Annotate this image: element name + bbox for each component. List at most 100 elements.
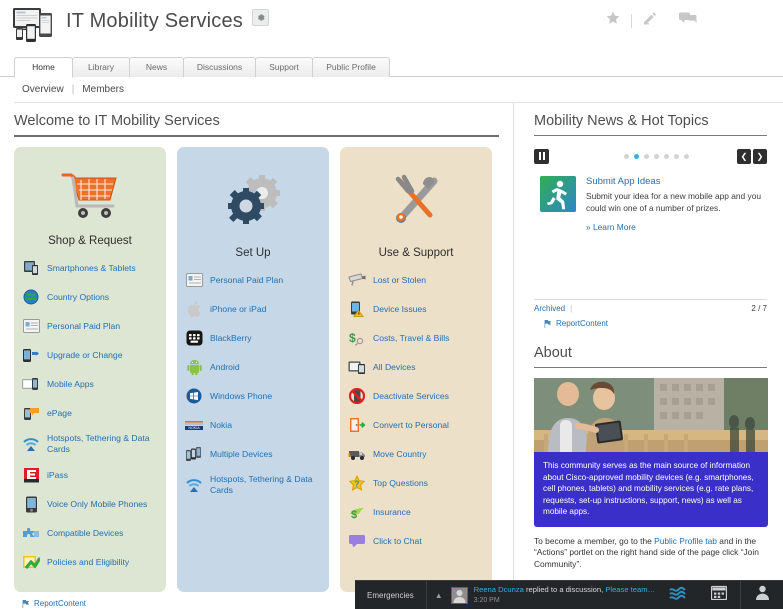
link-windows-phone[interactable]: Windows Phone <box>185 387 321 405</box>
user-avatar-icon[interactable] <box>450 586 468 604</box>
svg-text:NOKIA: NOKIA <box>188 426 200 430</box>
learn-more-link[interactable]: » Learn More <box>586 222 636 232</box>
link-all-devices[interactable]: All Devices <box>348 358 484 376</box>
nokia-icon: NOKIA <box>185 416 203 434</box>
public-profile-tab-link[interactable]: Public Profile tab <box>654 536 717 546</box>
svg-text:?: ? <box>355 479 360 488</box>
link-label: ePage <box>47 407 72 418</box>
carousel-dot[interactable] <box>644 153 649 159</box>
news-title: Mobility News & Hot Topics <box>534 113 709 129</box>
link-country-options[interactable]: Country Options <box>22 288 158 306</box>
moving-truck-icon <box>348 445 366 463</box>
gear-icon[interactable] <box>252 9 270 26</box>
link-personal-paid-plan[interactable]: Personal Paid Plan <box>22 317 158 335</box>
link-deactivate-services[interactable]: Deactivate Services <box>348 387 484 405</box>
voice-phone-icon <box>22 495 40 513</box>
main-content: Welcome to IT Mobility Services Shop & R… <box>0 103 513 609</box>
link-move-country[interactable]: Move Country <box>348 445 484 463</box>
carousel-dot[interactable] <box>674 153 679 159</box>
link-hotspots-tethering[interactable]: Hotspots, Tethering & Data Cards <box>22 433 158 455</box>
tab-home[interactable]: Home <box>14 57 73 78</box>
tab-public-profile[interactable]: Public Profile <box>312 57 390 77</box>
report-content-link-left[interactable]: ReportContent <box>22 599 86 608</box>
carousel-dot[interactable] <box>624 153 629 159</box>
link-ipass[interactable]: iPass <box>22 466 158 484</box>
link-android[interactable]: Android <box>185 358 321 376</box>
link-multiple-devices[interactable]: Multiple Devices <box>185 445 321 463</box>
edit-icon[interactable] <box>642 10 658 31</box>
subnav-members[interactable]: Members <box>82 84 124 95</box>
link-label: Country Options <box>47 291 110 302</box>
ipass-icon <box>22 466 40 484</box>
link-label: Windows Phone <box>210 390 273 401</box>
carousel-dot[interactable] <box>684 153 689 159</box>
link-costs-travel-bills[interactable]: $ Costs, Travel & Bills <box>348 329 484 347</box>
report-content-label: ReportContent <box>34 599 87 608</box>
carousel-dot[interactable] <box>664 153 669 159</box>
security-camera-icon <box>348 271 366 289</box>
id-card-icon <box>185 271 203 289</box>
chevron-left-icon[interactable]: ❮ <box>737 148 751 164</box>
link-compatible-devices[interactable]: Compatible Devices <box>22 524 158 542</box>
about-overlay-text: This community serves as the main source… <box>534 452 768 527</box>
link-blackberry[interactable]: BlackBerry <box>185 329 321 347</box>
link-policies-eligibility[interactable]: Policies and Eligibility <box>22 553 158 571</box>
link-smartphones-tablets[interactable]: Smartphones & Tablets <box>22 259 158 277</box>
flag-icon <box>22 599 30 608</box>
streams-icon[interactable] <box>656 586 698 605</box>
archived-link[interactable]: Archived <box>534 304 565 313</box>
link-lost-or-stolen[interactable]: Lost or Stolen <box>348 271 484 289</box>
svg-text:$: $ <box>349 331 356 345</box>
carousel-dot-active[interactable] <box>634 153 639 159</box>
chevron-up-icon[interactable]: ▲ <box>427 591 451 600</box>
link-label: Top Questions <box>373 477 428 488</box>
link-insurance[interactable]: $ Insurance <box>348 503 484 521</box>
smartphone-tablet-icon <box>22 259 40 277</box>
chat-bubble-icon[interactable] <box>679 11 697 30</box>
chat-notification[interactable]: Reena Dcunza replied to a discussion, Pl… <box>474 585 656 606</box>
link-label: Personal Paid Plan <box>210 274 284 285</box>
link-label: Costs, Travel & Bills <box>373 332 450 343</box>
link-convert-to-personal[interactable]: Convert to Personal <box>348 416 484 434</box>
calendar-icon[interactable] <box>698 585 740 605</box>
link-label: Mobile Apps <box>47 378 94 389</box>
tab-news[interactable]: News <box>129 57 184 77</box>
link-label: Smartphones & Tablets <box>47 262 136 273</box>
link-setup-hotspots[interactable]: Hotspots, Tethering & Data Cards <box>185 474 321 496</box>
insurance-icon: $ <box>348 503 366 521</box>
emergencies-button[interactable]: Emergencies <box>355 591 426 600</box>
link-click-to-chat[interactable]: Click to Chat <box>348 532 484 550</box>
subnav-overview[interactable]: Overview <box>22 84 64 95</box>
chevron-right-icon[interactable]: ❯ <box>753 148 767 164</box>
panel-shop-request: Shop & Request Smartphones & Tablets Cou… <box>14 147 166 592</box>
carousel-dot[interactable] <box>654 153 659 159</box>
page-body: Welcome to IT Mobility Services Shop & R… <box>0 103 783 609</box>
link-label: iPhone or iPad <box>210 303 267 314</box>
tab-library[interactable]: Library <box>72 57 130 77</box>
header-divider <box>631 13 632 28</box>
tab-support[interactable]: Support <box>255 57 313 77</box>
about-rule <box>534 367 767 368</box>
news-item-title[interactable]: Submit App Ideas <box>586 176 767 187</box>
link-upgrade-or-change[interactable]: Upgrade or Change <box>22 346 158 364</box>
multiple-devices-icon <box>185 445 203 463</box>
link-setup-personal-paid-plan[interactable]: Personal Paid Plan <box>185 271 321 289</box>
pause-icon[interactable] <box>534 148 549 164</box>
welcome-rule <box>14 135 499 137</box>
link-nokia[interactable]: NOKIA Nokia <box>185 416 321 434</box>
link-mobile-apps[interactable]: Mobile Apps <box>22 375 158 393</box>
tab-discussions[interactable]: Discussions <box>183 57 256 77</box>
subnav-separator: | <box>71 84 75 95</box>
link-epage[interactable]: ePage <box>22 404 158 422</box>
link-device-issues[interactable]: Device Issues <box>348 300 484 318</box>
star-icon[interactable] <box>605 10 621 31</box>
about-title: About <box>534 345 572 361</box>
link-top-questions[interactable]: ? Top Questions <box>348 474 484 492</box>
link-label: Voice Only Mobile Phones <box>47 498 148 509</box>
link-voice-only-phones[interactable]: Voice Only Mobile Phones <box>22 495 158 513</box>
globe-icon <box>22 288 40 306</box>
contacts-icon[interactable] <box>741 585 783 605</box>
link-iphone-or-ipad[interactable]: iPhone or iPad <box>185 300 321 318</box>
report-content-link-news[interactable]: ReportContent <box>544 319 767 328</box>
link-label: BlackBerry <box>210 332 252 343</box>
